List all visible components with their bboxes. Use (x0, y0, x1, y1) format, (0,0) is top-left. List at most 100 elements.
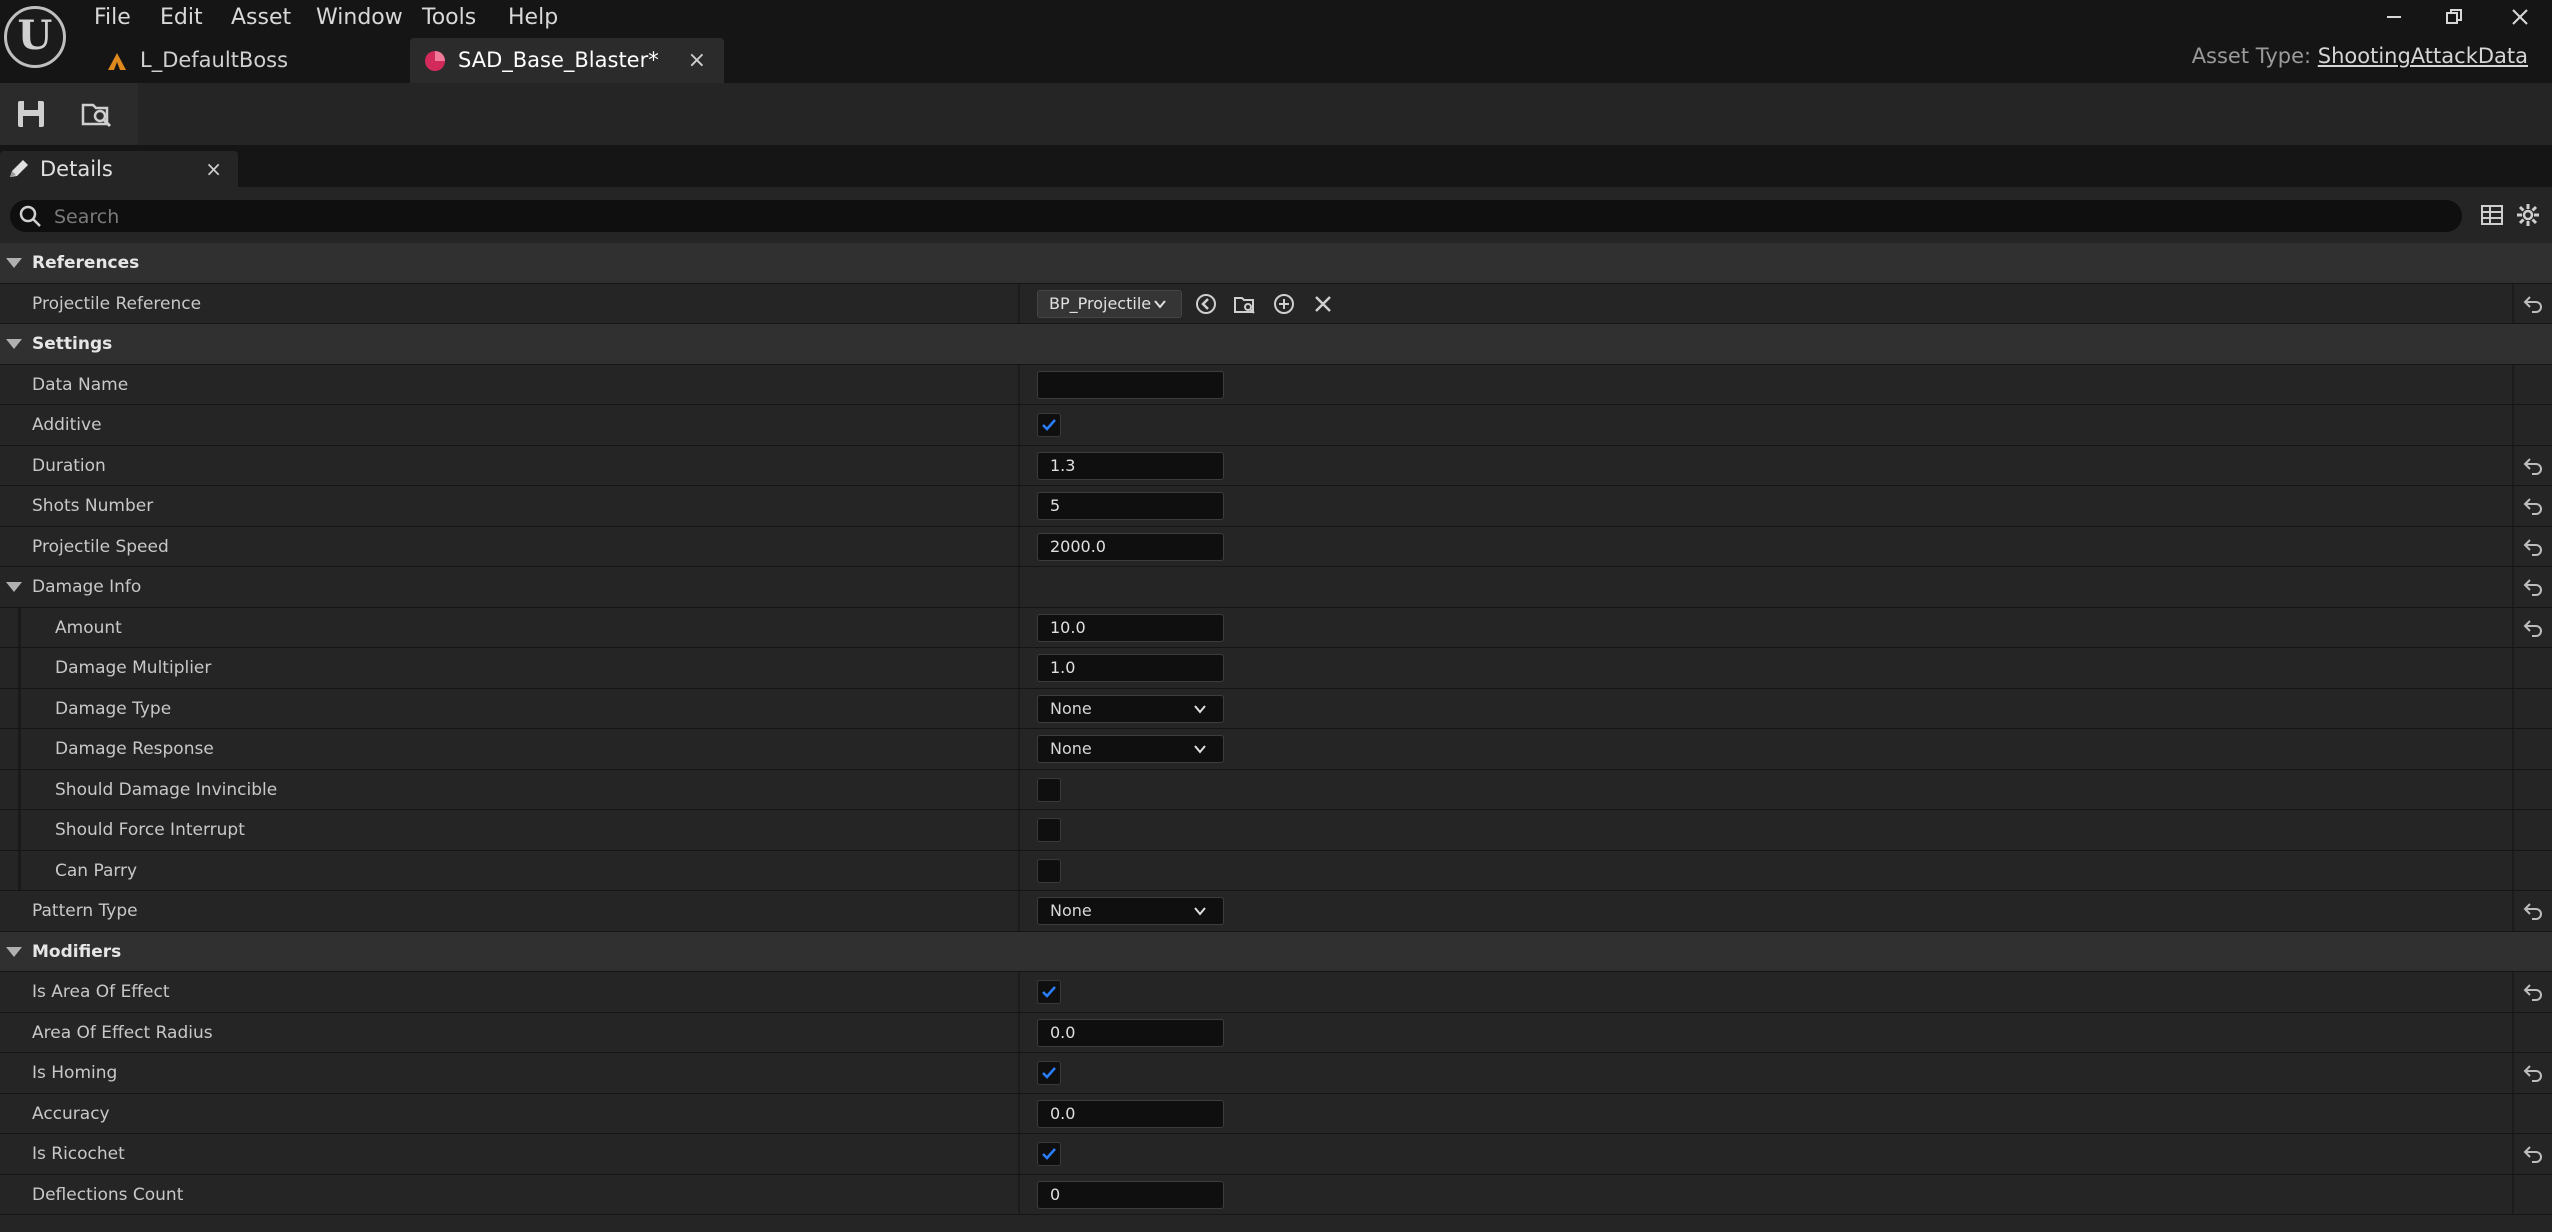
accuracy-field[interactable]: 0.0 (1037, 1099, 1224, 1128)
minimize-icon[interactable] (2364, 0, 2424, 34)
expand-arrow-icon[interactable] (6, 946, 22, 957)
splitter[interactable] (1018, 607, 1020, 647)
pencil-icon (10, 160, 28, 177)
menu-file[interactable]: File (94, 2, 131, 34)
menu-tools[interactable]: Tools (422, 2, 476, 34)
splitter[interactable] (1018, 364, 1020, 404)
is-homing-checkbox[interactable] (1037, 1061, 1061, 1085)
shots-number-field[interactable]: 5 (1037, 492, 1224, 520)
clear-icon[interactable] (1311, 292, 1335, 316)
splitter[interactable] (1018, 729, 1020, 769)
tab-level[interactable]: L_DefaultBoss (92, 38, 402, 83)
menu-help[interactable]: Help (508, 2, 558, 34)
restore-icon[interactable] (2424, 0, 2484, 34)
splitter[interactable] (1018, 1093, 1020, 1133)
splitter[interactable] (1018, 648, 1020, 688)
asset-type-link[interactable]: ShootingAttackData (2318, 44, 2528, 68)
splitter[interactable] (1018, 810, 1020, 850)
data-name-field[interactable] (1037, 370, 1224, 399)
damage-multiplier-field[interactable]: 1.0 (1037, 654, 1224, 682)
damage-response-value: None (1050, 739, 1092, 758)
checkmark-icon (1042, 1148, 1056, 1160)
row-duration: Duration 1.3 (0, 445, 2552, 486)
level-icon (108, 53, 126, 70)
use-selected-icon[interactable] (1194, 292, 1218, 316)
category-modifiers[interactable]: Modifiers (0, 931, 2552, 972)
reset-to-default-icon[interactable] (2522, 537, 2544, 557)
reset-to-default-icon[interactable] (2522, 577, 2544, 597)
is-area-of-effect-checkbox[interactable] (1037, 980, 1061, 1004)
should-force-interrupt-checkbox[interactable] (1037, 818, 1061, 842)
splitter[interactable] (1018, 769, 1020, 809)
menu-asset[interactable]: Asset (231, 2, 291, 34)
reset-to-default-icon[interactable] (2522, 618, 2544, 638)
expand-arrow-icon[interactable] (6, 258, 22, 268)
search-box (10, 200, 2462, 234)
splitter[interactable] (1018, 891, 1020, 931)
duration-field[interactable]: 1.3 (1037, 451, 1224, 480)
deflections-count-field[interactable]: 0 (1037, 1180, 1224, 1209)
projectile-speed-field[interactable]: 2000.0 (1037, 532, 1224, 561)
expand-arrow-icon[interactable] (6, 339, 22, 349)
tab-asset[interactable]: SAD_Base_Blaster* × (410, 38, 724, 83)
row-damage-info[interactable]: Damage Info (0, 567, 2552, 608)
damage-type-value: None (1050, 698, 1092, 718)
toolbar-buttons (0, 83, 138, 145)
category-references[interactable]: References (0, 243, 2552, 284)
pattern-type-dropdown[interactable]: None (1037, 897, 1224, 925)
menu-window[interactable]: Window (316, 2, 403, 34)
projectile-reference-combo[interactable]: BP_Projectile (1037, 289, 1182, 318)
asset-type-prefix: Asset Type: (2191, 44, 2312, 68)
splitter[interactable] (1018, 283, 1020, 323)
category-settings[interactable]: Settings (0, 324, 2552, 365)
checkmark-icon (1042, 1067, 1056, 1079)
reset-to-default-icon[interactable] (2522, 982, 2544, 1002)
reset-to-default-icon[interactable] (2522, 901, 2544, 921)
reset-to-default-icon[interactable] (2522, 1063, 2544, 1083)
close-tab-icon[interactable]: × (688, 38, 706, 83)
splitter[interactable] (1018, 1174, 1020, 1214)
search-input[interactable] (52, 200, 2436, 234)
splitter[interactable] (1018, 405, 1020, 445)
title-bar: U File Edit Asset Window Tools Help L_De… (0, 0, 2552, 83)
splitter[interactable] (1018, 526, 1020, 566)
add-icon[interactable] (1272, 292, 1296, 316)
expand-arrow-icon[interactable] (6, 582, 22, 592)
is-ricochet-checkbox[interactable] (1037, 1142, 1061, 1166)
row-can-parry: Can Parry (0, 850, 2552, 891)
property-label: Is Area Of Effect (32, 982, 170, 1002)
area-of-effect-radius-field[interactable]: 0.0 (1037, 1018, 1224, 1047)
tab-details[interactable]: Details × (0, 151, 238, 187)
splitter[interactable] (1018, 486, 1020, 526)
asset-type: Asset Type: ShootingAttackData (2192, 44, 2528, 68)
reset-to-default-icon[interactable] (2522, 456, 2544, 476)
unreal-logo-icon[interactable]: U (4, 6, 66, 68)
splitter[interactable] (1018, 1012, 1020, 1052)
splitter[interactable] (1018, 1134, 1020, 1174)
reset-to-default-icon[interactable] (2522, 496, 2544, 516)
splitter[interactable] (1018, 1053, 1020, 1093)
gear-icon[interactable] (2516, 203, 2540, 227)
save-icon[interactable] (14, 97, 48, 131)
close-window-icon[interactable] (2490, 0, 2550, 34)
damage-response-dropdown[interactable]: None (1037, 735, 1224, 763)
browse-folder-icon[interactable] (1233, 292, 1257, 316)
amount-field[interactable]: 10.0 (1037, 613, 1224, 642)
splitter[interactable] (1018, 567, 1020, 607)
browse-icon[interactable] (80, 97, 114, 131)
splitter[interactable] (1018, 445, 1020, 485)
splitter[interactable] (1018, 688, 1020, 728)
reset-to-default-icon[interactable] (2522, 1144, 2544, 1164)
row-is-ricochet: Is Ricochet (0, 1134, 2552, 1175)
can-parry-checkbox[interactable] (1037, 858, 1061, 883)
table-view-icon[interactable] (2480, 203, 2504, 227)
close-details-icon[interactable]: × (205, 151, 222, 187)
category-label: References (32, 253, 140, 273)
splitter[interactable] (1018, 972, 1020, 1012)
additive-checkbox[interactable] (1037, 413, 1061, 437)
reset-to-default-icon[interactable] (2522, 294, 2544, 314)
splitter[interactable] (1018, 850, 1020, 890)
menu-edit[interactable]: Edit (160, 2, 203, 34)
should-damage-invincible-checkbox[interactable] (1037, 777, 1061, 802)
damage-type-dropdown[interactable]: None (1037, 694, 1224, 723)
